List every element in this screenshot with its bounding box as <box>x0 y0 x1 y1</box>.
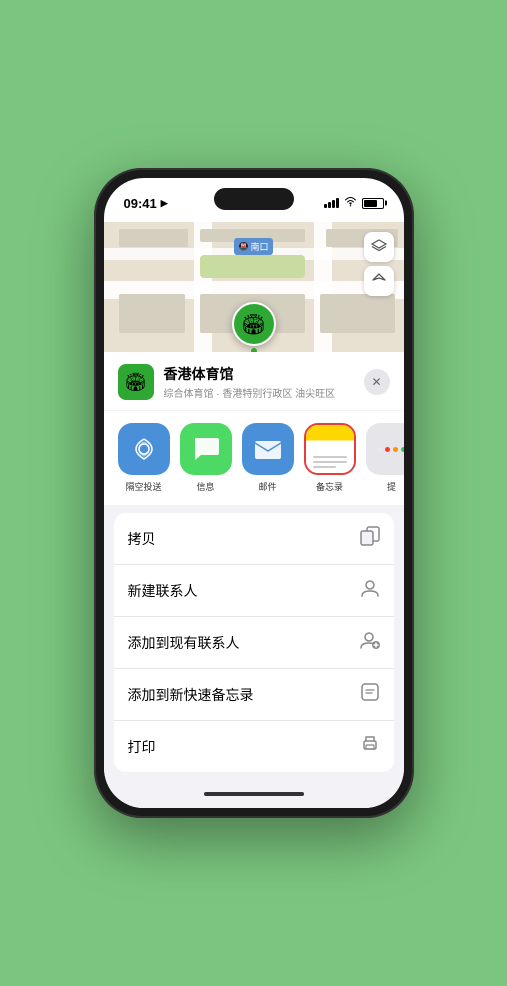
venue-title: 香港体育馆 <box>164 364 354 384</box>
messages-icon <box>180 423 232 475</box>
action-add-notes[interactable]: 添加到新快速备忘录 <box>114 669 394 721</box>
more-label: 提 <box>387 480 396 493</box>
action-list: 拷贝 新建联系人 <box>114 513 394 772</box>
notes-icon-inner <box>306 425 354 473</box>
copy-icon <box>360 526 380 551</box>
add-notes-icon <box>360 682 380 707</box>
home-indicator <box>104 780 404 808</box>
venue-pin[interactable]: 🏟 香港体育馆 <box>229 302 279 352</box>
home-bar <box>204 792 304 796</box>
close-button[interactable]: ✕ <box>364 369 390 395</box>
time-display: 09:41 <box>124 196 157 211</box>
new-contact-label: 新建联系人 <box>128 581 198 601</box>
status-time: 09:41 ▶ <box>124 196 168 211</box>
status-icons <box>324 197 384 210</box>
venue-icon: 🏟 <box>118 364 154 400</box>
location-button[interactable] <box>364 266 394 296</box>
share-item-notes[interactable]: 备忘录 <box>304 423 356 493</box>
share-row: 隔空投送 信息 <box>104 411 404 505</box>
map-entrance-label: 🚇 南口 <box>234 238 274 255</box>
dynamic-island <box>214 188 294 210</box>
map-controls <box>364 232 394 296</box>
notes-label: 备忘录 <box>316 480 343 493</box>
copy-label: 拷贝 <box>128 529 156 549</box>
phone-frame: 09:41 ▶ <box>94 168 414 818</box>
share-item-mail[interactable]: 邮件 <box>242 423 294 493</box>
notes-selected-border <box>304 423 356 475</box>
map-layers-button[interactable] <box>364 232 394 262</box>
action-new-contact[interactable]: 新建联系人 <box>114 565 394 617</box>
bottom-sheet: 🏟 香港体育馆 综合体育馆 · 香港特别行政区 油尖旺区 ✕ <box>104 352 404 808</box>
new-contact-icon <box>360 578 380 603</box>
print-label: 打印 <box>128 737 156 757</box>
action-print[interactable]: 打印 <box>114 721 394 772</box>
signal-icon <box>324 198 339 208</box>
mail-icon <box>242 423 294 475</box>
location-arrow-icon: ▶ <box>161 198 168 209</box>
airdrop-label: 隔空投送 <box>125 480 161 493</box>
location-arrow-icon <box>372 273 386 290</box>
share-item-messages[interactable]: 信息 <box>180 423 232 493</box>
mail-label: 邮件 <box>258 480 276 493</box>
messages-label: 信息 <box>196 480 214 493</box>
venue-info: 香港体育馆 综合体育馆 · 香港特别行政区 油尖旺区 <box>164 364 354 400</box>
venue-emoji: 🏟 <box>124 372 147 393</box>
wifi-icon <box>344 197 357 210</box>
battery-icon <box>362 198 384 209</box>
print-icon <box>360 734 380 759</box>
share-item-more[interactable]: 提 <box>366 423 404 493</box>
action-add-existing[interactable]: 添加到现有联系人 <box>114 617 394 669</box>
layers-icon <box>371 239 387 256</box>
map-area[interactable]: 🚇 南口 <box>104 222 404 352</box>
phone-screen: 09:41 ▶ <box>104 178 404 808</box>
share-item-airdrop[interactable]: 隔空投送 <box>118 423 170 493</box>
venue-subtitle: 综合体育馆 · 香港特别行政区 油尖旺区 <box>164 385 354 400</box>
add-existing-icon <box>360 630 380 655</box>
more-icon <box>366 423 404 475</box>
pin-emoji: 🏟 <box>241 312 266 337</box>
pin-circle: 🏟 <box>232 302 276 346</box>
sheet-header: 🏟 香港体育馆 综合体育馆 · 香港特别行政区 油尖旺区 ✕ <box>104 352 404 410</box>
add-existing-label: 添加到现有联系人 <box>128 633 240 653</box>
airdrop-icon <box>118 423 170 475</box>
add-notes-label: 添加到新快速备忘录 <box>128 685 254 705</box>
action-copy[interactable]: 拷贝 <box>114 513 394 565</box>
